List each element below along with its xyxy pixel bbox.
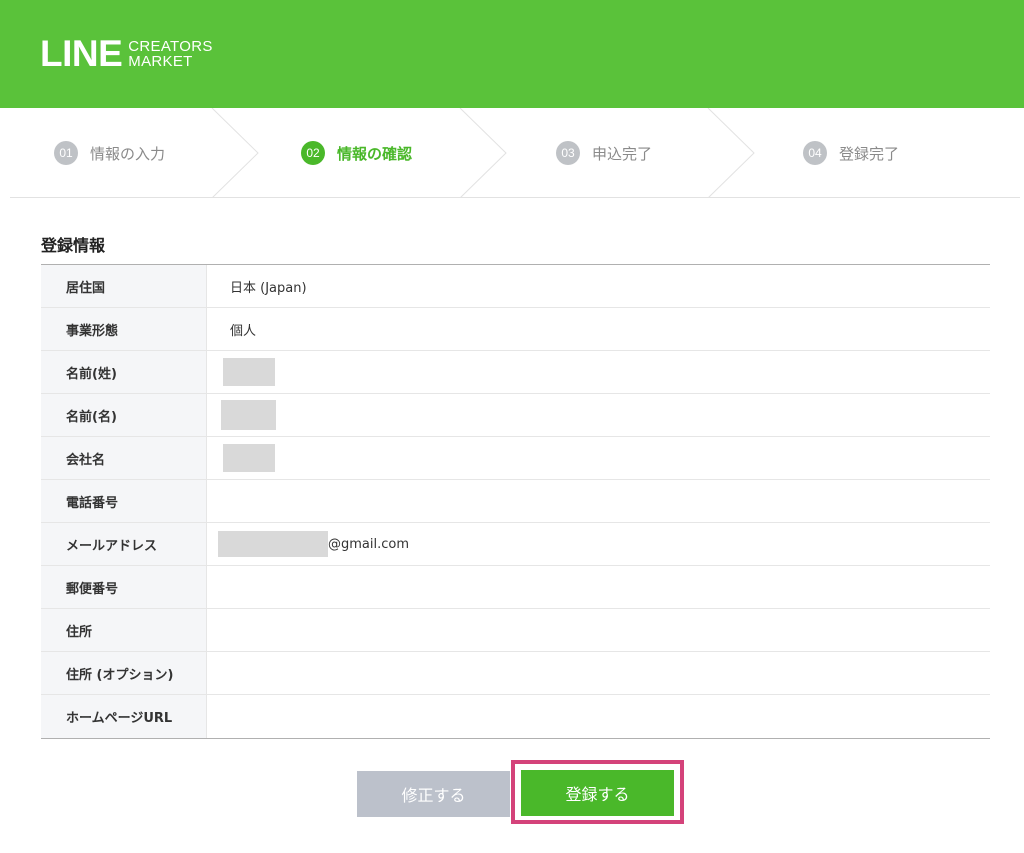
step-confirm: 02 情報の確認 — [301, 108, 412, 198]
row-label: 郵便番号 — [41, 566, 207, 608]
table-row: 郵便番号 — [41, 566, 990, 609]
row-value — [207, 480, 990, 522]
step-separator-chevron-icon — [211, 108, 259, 198]
redacted-block — [223, 444, 275, 472]
table-row: メールアドレス @gmail.com — [41, 523, 990, 566]
step-number: 03 — [556, 141, 580, 165]
table-row: ホームページURL — [41, 695, 990, 738]
table-row: 住所 (オプション) — [41, 652, 990, 695]
logo-sub-text: CREATORS MARKET — [128, 39, 212, 69]
row-label: 会社名 — [41, 437, 207, 479]
register-button[interactable]: 登録する — [521, 770, 674, 816]
line-creators-market-logo[interactable]: LINE CREATORS MARKET — [40, 33, 213, 74]
logo-sub-creators: CREATORS — [128, 38, 213, 55]
row-value — [207, 437, 990, 479]
progress-steps: 01 情報の入力 02 情報の確認 03 申込完了 04 登録完了 — [10, 108, 1020, 198]
redacted-block — [221, 400, 276, 430]
redacted-block — [223, 358, 275, 386]
row-value: 日本 (Japan) — [207, 265, 990, 307]
edit-button[interactable]: 修正する — [357, 771, 510, 817]
step-label: 登録完了 — [839, 144, 900, 163]
step-applied: 03 申込完了 — [556, 108, 652, 198]
step-number: 04 — [803, 141, 827, 165]
table-row: 名前(姓) — [41, 351, 990, 394]
step-separator-chevron-icon — [459, 108, 507, 198]
row-label: ホームページURL — [41, 695, 207, 738]
table-row: 名前(名) — [41, 394, 990, 437]
row-label: 名前(姓) — [41, 351, 207, 393]
step-label: 情報の確認 — [337, 144, 413, 163]
table-row: 住所 — [41, 609, 990, 652]
email-domain-text: @gmail.com — [328, 536, 410, 552]
row-value — [207, 351, 990, 393]
table-row: 電話番号 — [41, 480, 990, 523]
row-value: 個人 — [207, 308, 990, 350]
registration-info-table: 居住国 日本 (Japan) 事業形態 個人 名前(姓) 名前(名) 会社名 電… — [41, 264, 990, 739]
row-value — [207, 394, 990, 436]
table-row: 事業形態 個人 — [41, 308, 990, 351]
row-value — [207, 609, 990, 651]
row-label: 住所 — [41, 609, 207, 651]
row-value — [207, 695, 990, 738]
step-number: 01 — [54, 141, 78, 165]
logo-sub-market: MARKET — [128, 53, 193, 70]
row-value — [207, 566, 990, 608]
row-label: 事業形態 — [41, 308, 207, 350]
step-registered: 04 登録完了 — [803, 108, 899, 198]
step-label: 情報の入力 — [90, 144, 166, 163]
header-bar: LINE CREATORS MARKET — [0, 0, 1024, 108]
table-row: 居住国 日本 (Japan) — [41, 265, 990, 308]
value-text: 日本 (Japan) — [230, 280, 307, 296]
step-input: 01 情報の入力 — [54, 108, 165, 198]
section-title: 登録情報 — [41, 236, 106, 255]
logo-main-text: LINE — [40, 33, 123, 74]
step-separator-chevron-icon — [707, 108, 755, 198]
row-value — [207, 652, 990, 694]
row-label: 居住国 — [41, 265, 207, 307]
row-label: 電話番号 — [41, 480, 207, 522]
row-label: 住所 (オプション) — [41, 652, 207, 694]
table-row: 会社名 — [41, 437, 990, 480]
step-number: 02 — [301, 141, 325, 165]
row-label: メールアドレス — [41, 523, 207, 565]
redacted-block — [218, 531, 328, 557]
step-label: 申込完了 — [592, 144, 653, 163]
row-label: 名前(名) — [41, 394, 207, 436]
value-text: 個人 — [230, 323, 257, 339]
row-value: @gmail.com — [207, 523, 990, 565]
